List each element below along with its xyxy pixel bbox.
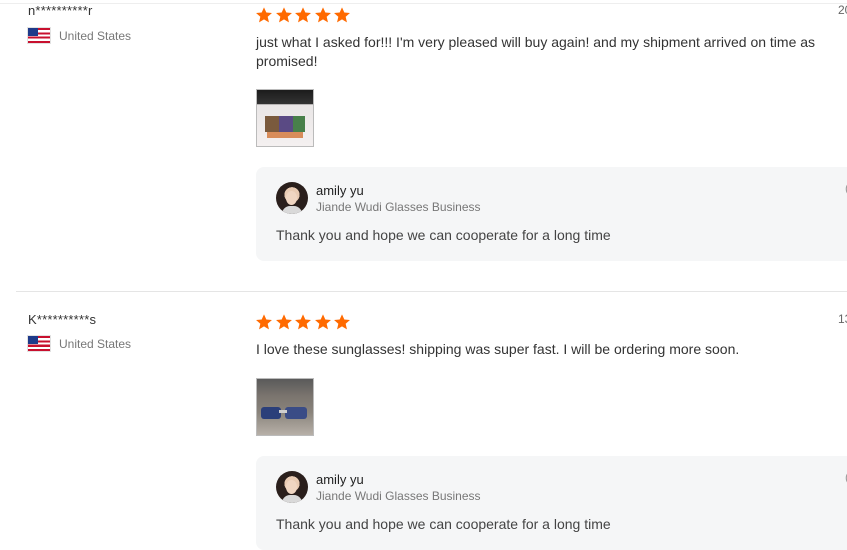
star-icon [294, 6, 312, 24]
seller-reply: amily yu Jiande Wudi Glasses Business ( … [256, 456, 847, 550]
review-date: 20 [838, 3, 847, 17]
country-label: United States [59, 336, 132, 351]
reviewer-country: United States [28, 336, 131, 351]
rating-stars [255, 313, 353, 331]
review-date: 13 [838, 312, 847, 326]
seller-reply-text: Thank you and hope we can cooperate for … [276, 516, 611, 532]
star-icon [294, 313, 312, 331]
reviewer-name: n**********r [28, 3, 93, 18]
star-icon [255, 6, 273, 24]
star-icon [314, 313, 332, 331]
star-icon [275, 313, 293, 331]
seller-shop-name: Jiande Wudi Glasses Business [316, 200, 481, 214]
star-icon [333, 6, 351, 24]
country-label: United States [59, 28, 132, 43]
us-flag-icon [28, 336, 50, 351]
reviewer-country: United States [28, 28, 131, 43]
review-text: I love these sunglasses! shipping was su… [256, 341, 740, 357]
star-icon [255, 313, 273, 331]
review-photo-thumbnail[interactable] [256, 89, 314, 147]
star-icon [275, 6, 293, 24]
seller-reply: amily yu Jiande Wudi Glasses Business ( … [256, 167, 847, 261]
seller-avatar [276, 471, 308, 503]
us-flag-icon [28, 28, 50, 43]
seller-name: amily yu [316, 183, 364, 198]
review-photo-thumbnail[interactable] [256, 378, 314, 436]
star-icon [314, 6, 332, 24]
seller-name: amily yu [316, 472, 364, 487]
reviewer-name: K**********s [28, 312, 97, 327]
seller-shop-name: Jiande Wudi Glasses Business [316, 489, 481, 503]
seller-reply-text: Thank you and hope we can cooperate for … [276, 227, 611, 243]
review-divider [16, 291, 847, 292]
review-text: just what I asked for!!! I'm very please… [256, 34, 816, 69]
seller-avatar [276, 182, 308, 214]
top-divider [0, 3, 847, 4]
rating-stars [255, 6, 353, 24]
star-icon [333, 313, 351, 331]
